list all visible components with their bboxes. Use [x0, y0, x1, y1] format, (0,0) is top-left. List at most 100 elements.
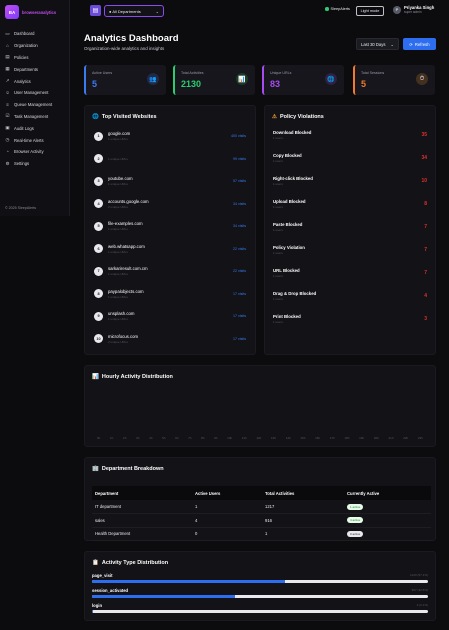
site-visits: 22 visits [233, 269, 246, 273]
list-item[interactable]: 4 accounts.google.com 2 unique URLs 34 visi… [94, 194, 246, 214]
list-item[interactable]: 1 google.com 1 unique URLs 400 visits [94, 126, 246, 146]
site-visits: 17 visits [233, 314, 246, 318]
violation-name: Paste Blocked [273, 222, 303, 227]
avatar: P [393, 5, 401, 14]
stat-card-total-activities: Total Activities 2130 📊 [173, 65, 255, 95]
list-item[interactable]: 5 file-examples.com 1 unique URLs 34 visits [94, 216, 246, 236]
user-menu[interactable]: P Priyanka Singh super admin [393, 5, 434, 14]
sidebar-item-audit-logs[interactable]: ▣ Audit Logs [0, 122, 69, 134]
brand[interactable]: BA browseranalytics [0, 0, 69, 24]
list-item[interactable]: 8 paypalobjects.com 1 unique URLs 17 visits [94, 284, 246, 304]
hour-tick-label: 15h [300, 436, 306, 440]
status-dot-icon [325, 7, 329, 11]
warning-icon: ⚠ [272, 114, 277, 120]
sidebar-item-policies[interactable]: ▤ Policies [0, 52, 69, 64]
bar-chart-icon: 📊 [92, 374, 99, 380]
activity-type-row: page_visit 1220 (57.3%) [92, 573, 428, 583]
grid-icon: ▦ [5, 66, 10, 72]
stat-label: Unique URLs [270, 71, 292, 75]
sidebar-item-settings[interactable]: ⚙ Settings [0, 158, 69, 170]
violation-name: Right-click Blocked [273, 176, 313, 181]
list-item[interactable]: Upload Blocked 1 users 8 [273, 193, 427, 215]
light-mode-button[interactable]: Light mode [356, 6, 384, 16]
violation-count: 4 [424, 293, 427, 299]
sidebar-item-label: Browser Activity [14, 149, 44, 155]
hour-tick-label: 3h [136, 436, 140, 440]
table-row[interactable]: Health Department 0 1 0 active [92, 527, 431, 541]
sidebar-item-user-management[interactable]: ☺ User Management [0, 87, 69, 99]
table-row[interactable]: sales 4 916 4 active [92, 513, 431, 528]
site-visits: 57 visits [233, 179, 246, 183]
list-item[interactable]: 9 unsplash.com 1 unique URLs 17 visits [94, 306, 246, 326]
brand-name: browseranalytics [22, 9, 57, 15]
dashboard-icon: ▭ [5, 30, 10, 36]
topbar: ▤ ● All Departments ⌄ SleepAlerts Light … [84, 2, 449, 20]
table-row[interactable]: IT department 1 1217 1 active [92, 500, 431, 514]
date-range-select[interactable]: Last 30 Days ⌄ [356, 38, 399, 50]
violation-count: 3 [424, 316, 427, 322]
sidebar-item-label: Settings [14, 161, 30, 167]
hour-tick-label: 18h [344, 436, 350, 440]
hour-tick-label: 17h [329, 436, 335, 440]
sidebar-item-dashboard[interactable]: ▭ Dashboard [0, 28, 69, 40]
active-users: 0 [192, 527, 262, 541]
list-item[interactable]: Paste Blocked 1 users 7 [273, 216, 427, 238]
sidebar-item-queue-management[interactable]: ≡ Queue Management [0, 99, 69, 111]
sidebar-item-departments[interactable]: ▦ Departments [0, 63, 69, 75]
panel-title: 🌐 Top Visited Websites [92, 114, 157, 120]
list-item[interactable]: 3 youtube.com 1 unique URLs 57 visits [94, 171, 246, 191]
rank-badge: 7 [94, 266, 103, 276]
site-name: youtube.com [108, 176, 133, 181]
refresh-button[interactable]: ⟳ Refresh [403, 38, 436, 50]
panel-title: ⚠ Policy Violations [272, 114, 324, 120]
gear-icon: ⚙ [5, 160, 10, 166]
list-item[interactable]: 6 web.whatsapp.com 1 unique URLs 22 visits [94, 239, 246, 259]
list-item[interactable]: URL Blocked 1 users 7 [273, 262, 427, 284]
stat-label: Total Activities [181, 71, 204, 75]
hour-tick-label: 12h [256, 436, 262, 440]
column-header: Active Users [192, 486, 262, 500]
sidebar-item-organization[interactable]: ⌂ Organization [0, 40, 69, 52]
violation-name: Print Blocked [273, 314, 301, 319]
activity-type-row: session_activated 907 (42.6%) [92, 588, 428, 598]
sidebar-item-task-management[interactable]: ☑ Task Management [0, 111, 69, 123]
sidebar-item-real-time-alerts[interactable]: ◷ Real-time Alerts [0, 134, 69, 146]
column-header: Total Activities [262, 486, 344, 500]
list-item[interactable]: 2 1 unique URLs 99 visits [94, 149, 246, 169]
panel-title: 📋 Activity Type Distribution [92, 560, 169, 566]
hourly-activity-panel: 📊 Hourly Activity Distribution 0h 1h 2h 3h 4h… [84, 365, 436, 447]
list-item[interactable]: 7 sarkariresult.com.cm 1 unique URLs 22 vis… [94, 261, 246, 281]
menu-toggle-button[interactable]: ▤ [90, 5, 101, 16]
site-visits: 400 visits [231, 134, 246, 138]
document-icon: ▤ [5, 54, 10, 60]
hour-tick-label: 9h [214, 436, 218, 440]
hour-tick-label: 2h [123, 436, 127, 440]
list-item[interactable]: 10 microfocus.com 2 unique URLs 17 visits [94, 329, 246, 349]
site-visits: 99 visits [233, 156, 246, 161]
department-name: IT department [92, 500, 192, 514]
department-select[interactable]: ● All Departments ⌄ [104, 5, 164, 17]
sidebar-item-browser-activity[interactable]: ◔ Browser Activity [0, 146, 69, 158]
site-visits: 17 visits [233, 336, 246, 341]
list-item[interactable]: Print Blocked 1 users 3 [273, 308, 427, 330]
violation-sub: 1 users [273, 297, 283, 301]
site-name: file-examples.com [108, 221, 143, 226]
stat-value: 5 [92, 79, 98, 89]
list-item[interactable]: Policy Violation 1 users 7 [273, 239, 427, 261]
active-users: 1 [192, 500, 262, 514]
sidebar-item-label: Organization [14, 43, 38, 49]
site-name: unsplash.com [108, 311, 135, 316]
activity-type-count: 907 (42.6%) [411, 588, 428, 592]
list-item[interactable]: Drag & Drop Blocked 1 users 4 [273, 285, 427, 307]
refresh-icon: ⟳ [409, 41, 413, 47]
site-name: accounts.google.com [108, 198, 149, 204]
list-item[interactable]: Right-click Blocked 1 users 10 [273, 170, 427, 192]
status-badge: 0 active [347, 530, 364, 537]
list-item[interactable]: Download Blocked 1 users 35 [273, 124, 427, 146]
panel-title: 🏢 Department Breakdown [92, 466, 164, 472]
log-icon: ▣ [5, 125, 10, 131]
list-item[interactable]: Copy Blocked 1 users 34 [273, 147, 427, 169]
hour-tick-label: 19h [359, 436, 365, 440]
violation-count: 10 [421, 178, 427, 184]
sidebar-item-analytics[interactable]: ↗ Analytics [0, 75, 69, 87]
